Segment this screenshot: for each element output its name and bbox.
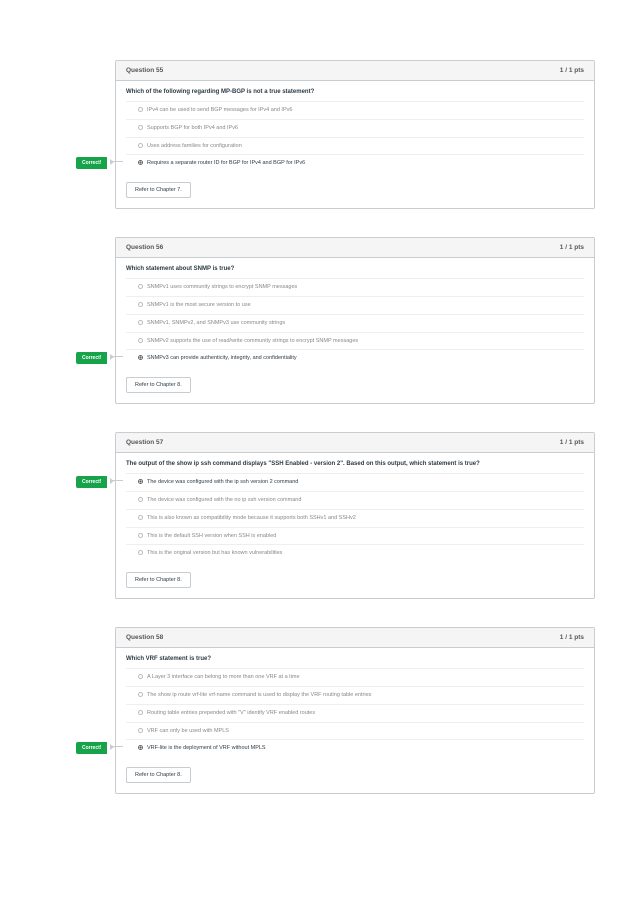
arrow-icon xyxy=(110,157,124,158)
option-text: VRF-lite is the deployment of VRF withou… xyxy=(147,745,266,751)
question-header: Question 55 1 / 1 pts xyxy=(116,61,594,81)
answer-option[interactable]: This is also known as compatibility mode… xyxy=(126,509,584,527)
answer-option[interactable]: Correct!The device was configured with t… xyxy=(126,473,584,491)
answer-option[interactable]: Correct!SNMPv3 can provide authenticity,… xyxy=(126,349,584,367)
question-card: Question 57 1 / 1 pts The output of the sh… xyxy=(115,432,595,599)
option-text: SNMPv1 uses community strings to encrypt… xyxy=(147,284,297,290)
arrow-icon xyxy=(110,742,124,743)
radio-icon xyxy=(138,479,143,484)
question-prompt: Which VRF statement is true? xyxy=(126,656,584,662)
option-text: Uses address families for configuration xyxy=(147,143,242,149)
question-body: Which VRF statement is true? A Layer 3 in… xyxy=(116,648,594,793)
arrow-icon xyxy=(110,352,124,353)
answer-option[interactable]: Uses address families for configuration xyxy=(126,137,584,155)
question-points: 1 / 1 pts xyxy=(560,244,584,251)
radio-icon xyxy=(138,355,143,360)
answer-option[interactable]: VRF can only be used with MPLS xyxy=(126,722,584,740)
question-points: 1 / 1 pts xyxy=(560,67,584,74)
option-text: IPv4 can be used to send BGP messages fo… xyxy=(147,107,292,113)
question-title: Question 56 xyxy=(126,244,163,251)
question-body: Which statement about SNMP is true? SNMPv… xyxy=(116,258,594,403)
question-prompt: Which statement about SNMP is true? xyxy=(126,266,584,272)
radio-icon xyxy=(138,160,143,165)
answer-option[interactable]: The device was configured with the no ip… xyxy=(126,491,584,509)
answer-option[interactable]: This is the original version but has kno… xyxy=(126,544,584,562)
option-text: This is also known as compatibility mode… xyxy=(147,515,356,521)
radio-icon xyxy=(138,497,143,502)
refer-box: Refer to Chapter 8. xyxy=(126,572,191,588)
question-points: 1 / 1 pts xyxy=(560,439,584,446)
radio-icon xyxy=(138,692,143,697)
radio-icon xyxy=(138,515,143,520)
radio-icon xyxy=(138,728,143,733)
answer-option[interactable]: Routing table entries prepended with "V"… xyxy=(126,704,584,722)
option-text: Supports BGP for both IPv4 and IPv6 xyxy=(147,125,238,131)
radio-icon xyxy=(138,320,143,325)
option-text: SNMPv3 can provide authenticity, integri… xyxy=(147,355,297,361)
radio-icon xyxy=(138,125,143,130)
correct-badge: Correct! xyxy=(76,157,107,169)
radio-icon xyxy=(138,143,143,148)
answer-option[interactable]: SNMPv1 uses community strings to encrypt… xyxy=(126,278,584,296)
option-text: This is the default SSH version when SSH… xyxy=(147,533,276,539)
option-text: Requires a separate router ID for BGP fo… xyxy=(147,160,305,166)
question-body: The output of the show ip ssh command di… xyxy=(116,453,594,598)
answer-option[interactable]: SNMPv1 is the most secure version to use xyxy=(126,296,584,314)
radio-icon xyxy=(138,710,143,715)
answer-option[interactable]: The show ip route vrf-lite vrf-name comm… xyxy=(126,686,584,704)
option-text: This is the original version but has kno… xyxy=(147,550,282,556)
answer-option[interactable]: This is the default SSH version when SSH… xyxy=(126,527,584,545)
question-title: Question 58 xyxy=(126,634,163,641)
question-card: Question 55 1 / 1 pts Which of the followi… xyxy=(115,60,595,209)
radio-icon xyxy=(138,107,143,112)
refer-box: Refer to Chapter 8. xyxy=(126,767,191,783)
option-text: SNMPv1 is the most secure version to use xyxy=(147,302,251,308)
option-text: Routing table entries prepended with "V"… xyxy=(147,710,315,716)
answer-option[interactable]: SNMPv2 supports the use of read/write co… xyxy=(126,332,584,350)
question-header: Question 56 1 / 1 pts xyxy=(116,238,594,258)
refer-box: Refer to Chapter 8. xyxy=(126,377,191,393)
answer-option[interactable]: IPv4 can be used to send BGP messages fo… xyxy=(126,101,584,119)
option-text: SNMPv2 supports the use of read/write co… xyxy=(147,338,358,344)
radio-icon xyxy=(138,338,143,343)
radio-icon xyxy=(138,550,143,555)
option-text: SNMPv1, SNMPv2, and SNMPv3 use community… xyxy=(147,320,285,326)
answer-option[interactable]: SNMPv1, SNMPv2, and SNMPv3 use community… xyxy=(126,314,584,332)
question-card: Question 56 1 / 1 pts Which statement abou… xyxy=(115,237,595,404)
question-points: 1 / 1 pts xyxy=(560,634,584,641)
correct-badge: Correct! xyxy=(76,352,107,364)
question-header: Question 57 1 / 1 pts xyxy=(116,433,594,453)
correct-badge: Correct! xyxy=(76,742,107,754)
answer-option[interactable]: Correct!Requires a separate router ID fo… xyxy=(126,154,584,172)
answer-option[interactable]: Supports BGP for both IPv4 and IPv6 xyxy=(126,119,584,137)
option-text: A Layer 3 interface can belong to more t… xyxy=(147,674,300,680)
option-text: VRF can only be used with MPLS xyxy=(147,728,229,734)
radio-icon xyxy=(138,745,143,750)
option-text: The device was configured with the ip ss… xyxy=(147,479,298,485)
question-prompt: The output of the show ip ssh command di… xyxy=(126,461,584,467)
radio-icon xyxy=(138,533,143,538)
question-title: Question 57 xyxy=(126,439,163,446)
question-body: Which of the following regarding MP-BGP … xyxy=(116,81,594,208)
question-prompt: Which of the following regarding MP-BGP … xyxy=(126,89,584,95)
option-text: The show ip route vrf-lite vrf-name comm… xyxy=(147,692,371,698)
question-card: Question 58 1 / 1 pts Which VRF statement … xyxy=(115,627,595,794)
radio-icon xyxy=(138,284,143,289)
radio-icon xyxy=(138,302,143,307)
refer-box: Refer to Chapter 7. xyxy=(126,182,191,198)
question-header: Question 58 1 / 1 pts xyxy=(116,628,594,648)
arrow-icon xyxy=(110,476,124,477)
answer-option[interactable]: A Layer 3 interface can belong to more t… xyxy=(126,668,584,686)
answer-option[interactable]: Correct!VRF-lite is the deployment of VR… xyxy=(126,739,584,757)
correct-badge: Correct! xyxy=(76,476,107,488)
option-text: The device was configured with the no ip… xyxy=(147,497,301,503)
radio-icon xyxy=(138,674,143,679)
question-title: Question 55 xyxy=(126,67,163,74)
